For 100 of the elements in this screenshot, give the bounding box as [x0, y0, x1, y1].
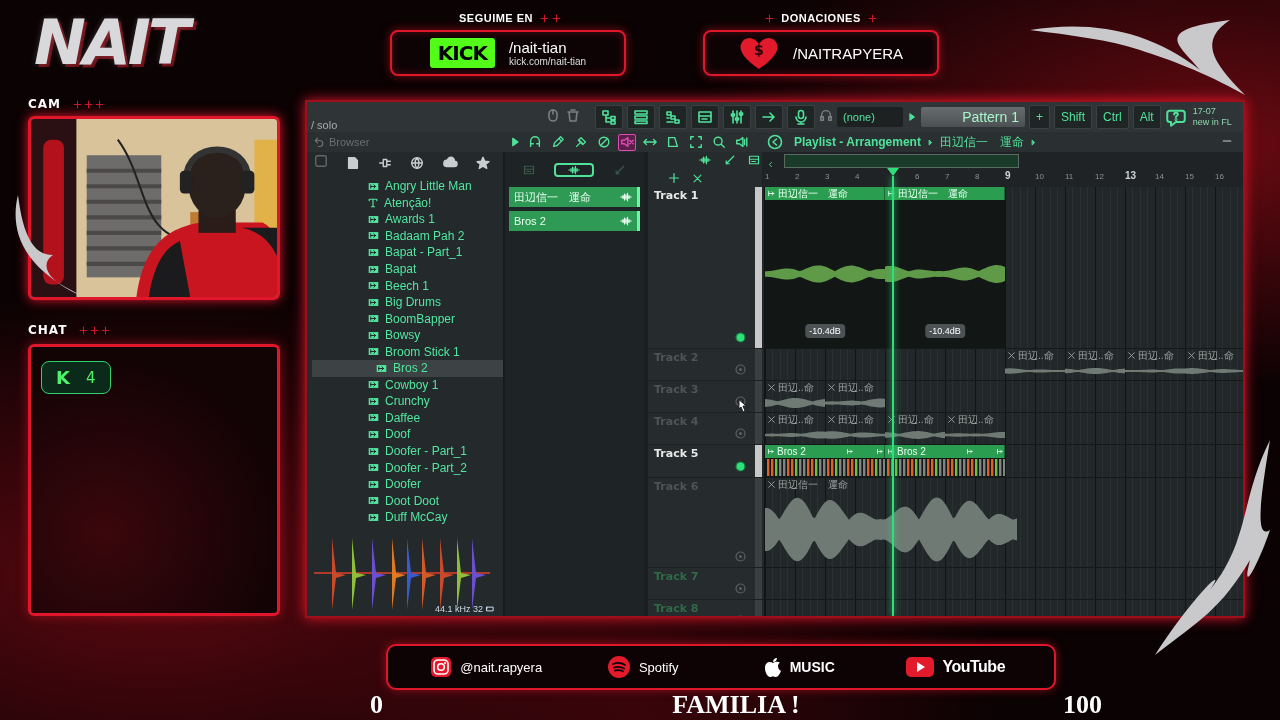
back-icon[interactable]	[313, 136, 325, 148]
list-icon[interactable]	[627, 105, 655, 129]
browser-item[interactable]: Big Drums	[312, 293, 503, 311]
browser-item[interactable]: Angry Little Man	[312, 178, 503, 195]
clip[interactable]: 田辺..命	[765, 381, 825, 412]
tool-button[interactable]	[687, 133, 705, 151]
browser-item[interactable]: Bapat - Part_1	[312, 244, 503, 261]
clip-title: 田辺..命	[1078, 349, 1114, 362]
file-icon[interactable]	[346, 156, 360, 170]
audio-clip-icon	[367, 478, 380, 490]
wave-icon	[619, 215, 633, 227]
browser-item[interactable]: Bros 2	[312, 360, 503, 377]
browser-item[interactable]: Crunchy	[312, 393, 503, 410]
browser-item[interactable]: Doof	[312, 426, 503, 443]
star-icon[interactable]	[476, 156, 490, 170]
bin-icon[interactable]	[565, 107, 581, 123]
clip[interactable]: 田辺..命	[1005, 349, 1065, 380]
mixer-icon[interactable]	[723, 105, 751, 129]
tree-icon[interactable]	[595, 105, 623, 129]
apple-icon	[763, 657, 782, 677]
news-text: new in FL	[1192, 117, 1232, 128]
browser-item[interactable]: Cowboy 1	[312, 376, 503, 394]
track-name[interactable]: Track 1	[648, 187, 755, 348]
pattern-name: 田辺信一 運命	[939, 133, 1024, 151]
track-lane[interactable]: 田辺信一 運命 -10.4dB 田辺信一 運命 -10.4dB	[762, 187, 1243, 349]
browser-item[interactable]: Doofer	[312, 475, 503, 493]
brush-icon	[574, 135, 588, 149]
plus-icon	[552, 13, 562, 23]
clip[interactable]: 田辺..命	[1065, 349, 1125, 380]
modifier-key[interactable]: Ctrl	[1096, 105, 1129, 129]
steps-icon[interactable]	[659, 105, 687, 129]
browser-item[interactable]: Atenção!	[312, 194, 503, 212]
globe-icon[interactable]	[410, 156, 424, 170]
help-icon[interactable]	[1164, 107, 1187, 127]
modifier-key[interactable]: Alt	[1132, 105, 1161, 129]
track-enable-icon[interactable]	[735, 332, 746, 343]
browser-item[interactable]: Duff McCay	[312, 508, 503, 526]
cloud-icon[interactable]	[442, 156, 458, 170]
track-name[interactable]: Track 5	[648, 445, 755, 477]
section-heading: SEGUIME EN	[457, 12, 535, 24]
clip[interactable]: 田辺信一 運命 -10.4dB	[885, 187, 1005, 348]
clip[interactable]: 田辺..命	[825, 413, 885, 444]
add-button[interactable]: +	[1029, 105, 1050, 129]
track-lane[interactable]: 田辺..命 田辺..命	[762, 381, 1243, 413]
clip[interactable]: 田辺..命	[885, 413, 945, 444]
playlist-icon[interactable]	[767, 134, 783, 150]
wave-icon[interactable]	[698, 154, 712, 166]
modifier-key[interactable]: Shift	[1054, 105, 1093, 129]
browser-item[interactable]: Doofer - Part_2	[312, 459, 503, 476]
track-enable-icon[interactable]	[735, 428, 746, 439]
browser-item[interactable]: Bapat	[312, 260, 503, 278]
pattern-clip[interactable]: 田辺信一 運命	[509, 187, 640, 207]
browser-item[interactable]: Beech 1	[312, 277, 503, 294]
pattern-field[interactable]: Pattern 1	[921, 107, 1025, 127]
mute-cross-icon	[1187, 351, 1196, 360]
browser-item[interactable]: Broom Stick 1	[312, 343, 503, 360]
text-icon	[367, 196, 379, 209]
close-icon[interactable]	[692, 172, 703, 184]
browser-item[interactable]: BoomBapper	[312, 310, 503, 327]
add-icon[interactable]	[668, 172, 680, 184]
frame-icon[interactable]	[314, 154, 328, 168]
browser-item[interactable]: Doofer - Part_1	[312, 442, 503, 460]
clip[interactable]: 田辺..命	[945, 413, 1005, 444]
browser-item[interactable]: Awards 1	[312, 211, 503, 228]
headphones-icon[interactable]	[819, 108, 833, 122]
link-icon[interactable]	[724, 154, 736, 166]
microphone-icon[interactable]	[787, 105, 815, 129]
clip[interactable]: 田辺..命	[825, 381, 885, 412]
track-lane[interactable]: 田辺..命 田辺..命 田辺..命 田辺..命	[762, 413, 1243, 445]
mode-button[interactable]	[554, 162, 595, 177]
piano-roll-icon[interactable]	[691, 105, 719, 129]
mouse-icon[interactable]	[545, 107, 561, 123]
arrow-right-icon[interactable]	[755, 105, 783, 129]
source-field[interactable]: (none)	[837, 107, 903, 127]
track-enable-icon[interactable]	[735, 364, 746, 375]
browser-item[interactable]: Daffee	[312, 409, 503, 427]
sample-info: 44.1 kHz 32	[434, 604, 483, 614]
clip[interactable]: 田辺信一 運命 -10.4dB	[765, 187, 885, 348]
track-enable-icon[interactable]	[735, 461, 746, 472]
browser-item[interactable]: Badaam Pah 2	[312, 227, 503, 245]
play-icon[interactable]	[907, 112, 917, 122]
piano-icon[interactable]	[748, 154, 760, 166]
clip[interactable]: 田辺..命	[1185, 349, 1243, 380]
plug-icon[interactable]	[378, 156, 392, 170]
track-enable-icon[interactable]	[735, 551, 746, 562]
clip[interactable]: 田辺信一 運命	[765, 478, 1017, 567]
browser-item[interactable]: Doot Doot	[312, 492, 503, 509]
track-lane[interactable]: 田辺..命 田辺..命 田辺..命 田辺..命	[762, 349, 1243, 381]
browser-item[interactable]: Bowsy	[312, 326, 503, 344]
track-enable-icon[interactable]	[735, 583, 746, 594]
clip[interactable]: 田辺..命	[765, 413, 825, 444]
speaker-icon	[735, 135, 749, 149]
clip[interactable]: 田辺..命	[1125, 349, 1185, 380]
play-icon[interactable]	[509, 136, 521, 148]
track-lane[interactable]: 田辺信一 運命	[762, 478, 1243, 568]
spotify-icon	[606, 655, 631, 679]
audio-clip-icon	[367, 445, 380, 457]
steps-icon-glyph	[665, 109, 681, 125]
tool-button[interactable]	[618, 133, 636, 151]
chevron-left-icon[interactable]	[766, 160, 775, 169]
